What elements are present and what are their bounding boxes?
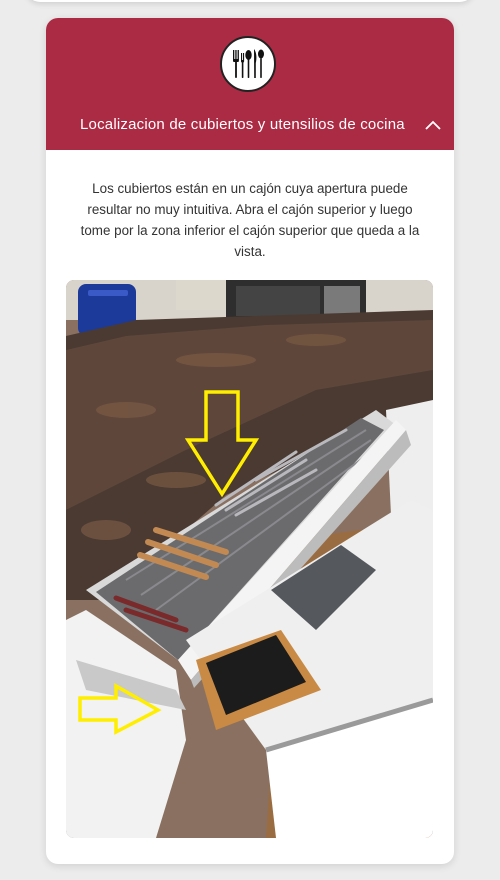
accordion-content: Los cubiertos están en un cajón cuya ape…	[46, 150, 454, 262]
previous-card	[26, 0, 474, 2]
section-title: Localizacion de cubiertos y utensilios d…	[80, 116, 405, 133]
kitchen-drawer-photo	[66, 280, 433, 838]
section-description: Los cubiertos están en un cajón cuya ape…	[80, 181, 420, 259]
info-card: Localizacion de cubiertos y utensilios d…	[46, 18, 454, 864]
accordion-header[interactable]: Localizacion de cubiertos y utensilios d…	[46, 18, 454, 150]
chevron-up-icon[interactable]	[424, 118, 442, 132]
cutlery-icon	[220, 36, 276, 92]
